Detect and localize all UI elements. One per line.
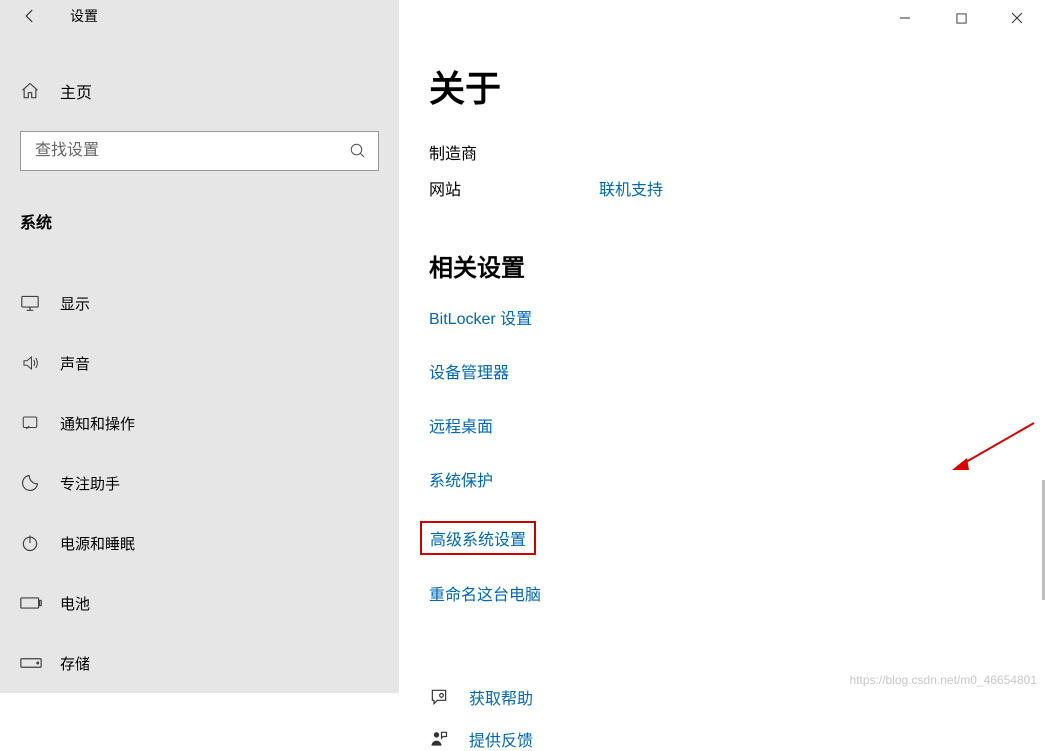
- get-help-label: 获取帮助: [469, 685, 533, 709]
- maximize-icon: [956, 13, 967, 24]
- sidebar-item-notifications[interactable]: 通知和操作: [20, 393, 379, 453]
- sidebar-home[interactable]: 主页: [20, 61, 379, 121]
- close-icon: [1011, 12, 1023, 24]
- sound-icon: [20, 354, 46, 372]
- sidebar-item-focus-assist[interactable]: 专注助手: [20, 453, 379, 513]
- sidebar-item-label: 通知和操作: [60, 413, 135, 434]
- link-bitlocker[interactable]: BitLocker 设置: [429, 305, 532, 329]
- window-controls: [877, 0, 1045, 36]
- titlebar: 设置: [0, 0, 399, 31]
- link-device-manager[interactable]: 设备管理器: [429, 359, 509, 383]
- help-icon: [429, 687, 459, 707]
- close-button[interactable]: [989, 0, 1045, 36]
- minimize-button[interactable]: [877, 0, 933, 36]
- related-settings-title: 相关设置: [429, 248, 1015, 283]
- storage-icon: [20, 657, 46, 669]
- get-help-link[interactable]: 获取帮助: [429, 685, 1015, 709]
- link-remote-desktop[interactable]: 远程桌面: [429, 413, 493, 437]
- sidebar-item-label: 电池: [60, 593, 90, 614]
- minimize-icon: [899, 12, 911, 24]
- search-wrap: [20, 131, 379, 171]
- sidebar-item-label: 显示: [60, 293, 90, 314]
- sidebar-category-title: 系统: [20, 209, 379, 233]
- feedback-icon: [429, 729, 459, 749]
- power-icon: [20, 533, 46, 553]
- sidebar-item-display[interactable]: 显示: [20, 273, 379, 333]
- focus-assist-icon: [20, 473, 46, 493]
- sidebar-item-storage[interactable]: 存储: [20, 633, 379, 693]
- sidebar-item-label: 专注助手: [60, 473, 120, 494]
- sidebar-home-label: 主页: [60, 79, 92, 103]
- watermark: https://blog.csdn.net/m0_46654801: [850, 673, 1037, 687]
- sidebar-item-label: 电源和睡眠: [60, 533, 135, 554]
- website-link[interactable]: 联机支持: [599, 176, 663, 200]
- info-row-website: 网站 联机支持: [429, 176, 1015, 200]
- sidebar-item-battery[interactable]: 电池: [20, 573, 379, 633]
- arrow-left-icon: [21, 7, 39, 25]
- give-feedback-link[interactable]: 提供反馈: [429, 727, 1015, 751]
- footer-links: 获取帮助 提供反馈: [429, 685, 1015, 751]
- main-content: 关于 制造商 网站 联机支持 相关设置 BitLocker 设置 设备管理器 远…: [399, 0, 1045, 693]
- sidebar-nav-list: 显示 声音 通知和操作: [20, 273, 379, 693]
- page-title: 关于: [429, 60, 1015, 112]
- link-system-protection[interactable]: 系统保护: [429, 467, 493, 491]
- manufacturer-label: 制造商: [429, 140, 599, 164]
- sidebar-item-sound[interactable]: 声音: [20, 333, 379, 393]
- maximize-button[interactable]: [933, 0, 989, 36]
- related-links-list: BitLocker 设置 设备管理器 远程桌面 系统保护 高级系统设置 重命名这…: [429, 305, 1015, 635]
- display-icon: [20, 294, 46, 312]
- sidebar-item-label: 存储: [60, 653, 90, 674]
- give-feedback-label: 提供反馈: [469, 727, 533, 751]
- info-row-manufacturer: 制造商: [429, 140, 1015, 164]
- sidebar-item-label: 声音: [60, 353, 90, 374]
- home-icon: [20, 81, 46, 101]
- back-button[interactable]: [20, 6, 40, 26]
- link-advanced-system-settings[interactable]: 高级系统设置: [420, 521, 536, 555]
- battery-icon: [20, 596, 46, 610]
- search-icon: [349, 142, 367, 160]
- link-rename-pc[interactable]: 重命名这台电脑: [429, 581, 541, 605]
- search-input[interactable]: [20, 131, 379, 171]
- titlebar-title: 设置: [70, 6, 98, 26]
- sidebar: 设置 主页 系统 显示: [0, 0, 399, 693]
- notifications-icon: [20, 414, 46, 432]
- sidebar-item-power[interactable]: 电源和睡眠: [20, 513, 379, 573]
- website-label: 网站: [429, 176, 599, 200]
